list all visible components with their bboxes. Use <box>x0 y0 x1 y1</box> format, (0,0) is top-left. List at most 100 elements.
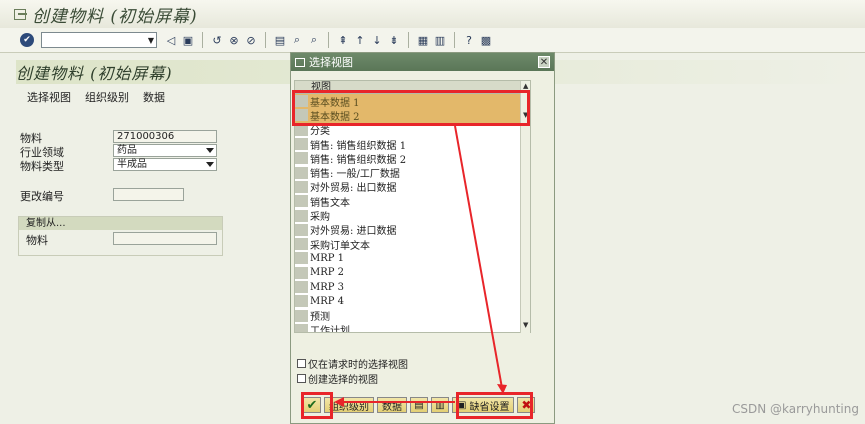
view-label: MRP 1 <box>310 252 345 264</box>
industry-sector-value: 药品 <box>117 145 137 156</box>
view-label: 销售: 销售组织数据 1 <box>310 140 407 152</box>
view-row[interactable]: 销售: 一般/工厂数据 <box>295 165 530 181</box>
deselect-all-icon: ▥ <box>435 399 445 411</box>
org-levels-button[interactable]: 组织级别 <box>85 89 129 105</box>
exit-icon[interactable]: ⊗ <box>227 33 241 47</box>
row-selector[interactable] <box>295 152 308 165</box>
view-row[interactable]: 工作计划 <box>295 323 530 333</box>
view-row[interactable]: 采购 <box>295 208 530 224</box>
view-row[interactable]: 销售: 销售组织数据 2 <box>295 151 530 166</box>
material-field[interactable]: 271000306 <box>113 130 217 143</box>
row-selector[interactable] <box>295 195 308 208</box>
row-selector[interactable] <box>295 266 308 279</box>
change-number-field[interactable] <box>113 188 184 201</box>
scroll-up-icon[interactable]: ▲ <box>523 82 528 90</box>
view-label: MRP 4 <box>310 295 345 307</box>
copy-material-field[interactable] <box>113 232 217 245</box>
help-icon[interactable]: ? <box>462 33 476 47</box>
view-label: 销售文本 <box>310 197 350 209</box>
option-on-request-only[interactable]: 仅在请求时的选择视图 <box>297 356 408 371</box>
scroll-down-icon[interactable]: ▼ <box>523 321 528 329</box>
row-selector[interactable] <box>295 223 308 236</box>
row-selector[interactable] <box>295 138 308 151</box>
view-label: 对外贸易: 出口数据 <box>310 183 397 195</box>
last-page-icon[interactable]: ⇟ <box>387 33 401 47</box>
dropdown-arrow-icon[interactable] <box>206 162 214 167</box>
row-selector[interactable] <box>295 309 308 322</box>
view-label: 采购 <box>310 212 330 224</box>
view-row[interactable]: MRP 2 <box>295 266 530 280</box>
layout-icon[interactable]: ▩ <box>479 33 493 47</box>
view-label: 销售: 一般/工厂数据 <box>310 169 400 181</box>
application-toolbar: 选择视图 组织级别 数据 <box>27 89 165 105</box>
view-label: 预测 <box>310 312 330 324</box>
back-icon[interactable]: ↺ <box>210 33 224 47</box>
back-arrow-icon[interactable]: ◁ <box>164 33 178 47</box>
checkbox[interactable] <box>297 374 306 383</box>
view-row[interactable]: 销售: 销售组织数据 1 <box>295 137 530 152</box>
row-selector[interactable] <box>295 209 308 222</box>
save-icon[interactable]: ▣ <box>181 33 195 47</box>
material-type-label: 物料类型 <box>20 160 64 173</box>
view-label: MRP 2 <box>310 267 345 279</box>
view-row[interactable]: MRP 4 <box>295 294 530 308</box>
view-row[interactable]: 采购订单文本 <box>295 237 530 252</box>
change-number-label: 更改编号 <box>20 190 64 203</box>
data-dialog-button[interactable]: 数据 <box>377 397 407 413</box>
window-title-bar: 创建物料 (初始屏幕) <box>0 0 865 28</box>
next-page-icon[interactable]: ↓ <box>370 33 384 47</box>
industry-sector-dropdown[interactable]: 药品 <box>113 144 217 157</box>
view-row[interactable]: 销售文本 <box>295 194 530 209</box>
view-label: 销售: 销售组织数据 2 <box>310 154 407 166</box>
new-session-icon[interactable]: ▦ <box>416 33 430 47</box>
find-next-icon[interactable]: ⌕ <box>307 33 321 47</box>
annotation-box-default-settings <box>456 392 533 419</box>
print-icon[interactable]: ▤ <box>273 33 287 47</box>
view-row[interactable]: 对外贸易: 出口数据 <box>295 180 530 194</box>
select-views-button[interactable]: 选择视图 <box>27 89 71 105</box>
annotation-box-selected-views <box>292 90 530 126</box>
view-row[interactable]: MRP 1 <box>295 251 530 265</box>
data-button[interactable]: 数据 <box>143 89 165 105</box>
annotation-box-confirm <box>301 392 333 419</box>
close-icon[interactable]: ✕ <box>538 56 550 68</box>
copy-from-header: 复制从... <box>19 217 222 230</box>
cancel-icon[interactable]: ⊘ <box>244 33 258 47</box>
row-selector[interactable] <box>295 252 308 265</box>
dialog-title-bar: 选择视图 <box>291 53 554 71</box>
row-selector[interactable] <box>295 281 308 293</box>
material-type-dropdown[interactable]: 半成品 <box>113 158 217 171</box>
option-create-selected-views[interactable]: 创建选择的视图 <box>297 371 378 386</box>
standard-toolbar: ✔ ▼ ◁ ▣ ↺ ⊗ ⊘ ▤ ⌕ ⌕ ⇞ ↑ ↓ ⇟ ▦ ▥ ? ▩ <box>0 28 865 53</box>
first-page-icon[interactable]: ⇞ <box>336 33 350 47</box>
enter-icon[interactable]: ✔ <box>20 33 34 47</box>
shortcut-icon[interactable]: ▥ <box>433 33 447 47</box>
window-menu-icon[interactable] <box>14 8 27 20</box>
view-label: 工作计划 <box>310 326 350 333</box>
deselect-all-button[interactable]: ▥ <box>431 397 449 413</box>
prev-page-icon[interactable]: ↑ <box>353 33 367 47</box>
command-field[interactable]: ▼ <box>41 32 157 48</box>
view-label: MRP 3 <box>310 281 345 293</box>
find-icon[interactable]: ⌕ <box>290 33 304 47</box>
screen-title: 创建物料 (初始屏幕) <box>16 64 173 83</box>
view-label: 采购订单文本 <box>310 240 370 252</box>
select-all-icon: ▤ <box>414 399 424 411</box>
option-label: 仅在请求时的选择视图 <box>308 360 408 371</box>
row-selector[interactable] <box>295 238 308 251</box>
row-selector[interactable] <box>295 295 308 308</box>
row-selector[interactable] <box>295 180 308 193</box>
row-selector[interactable] <box>295 166 308 179</box>
view-label: 对外贸易: 进口数据 <box>310 226 397 238</box>
view-row[interactable]: 对外贸易: 进口数据 <box>295 223 530 237</box>
window-title: 创建物料 (初始屏幕) <box>32 6 198 27</box>
view-row[interactable]: MRP 3 <box>295 280 530 294</box>
row-selector[interactable] <box>295 323 308 332</box>
select-all-button[interactable]: ▤ <box>410 397 428 413</box>
watermark: CSDN @karryhunting <box>732 402 859 416</box>
checkbox[interactable] <box>297 359 306 368</box>
copy-material-label: 物料 <box>26 234 48 247</box>
view-row[interactable]: 预测 <box>295 308 530 324</box>
dropdown-arrow-icon[interactable] <box>206 148 214 153</box>
option-label: 创建选择的视图 <box>308 375 378 386</box>
